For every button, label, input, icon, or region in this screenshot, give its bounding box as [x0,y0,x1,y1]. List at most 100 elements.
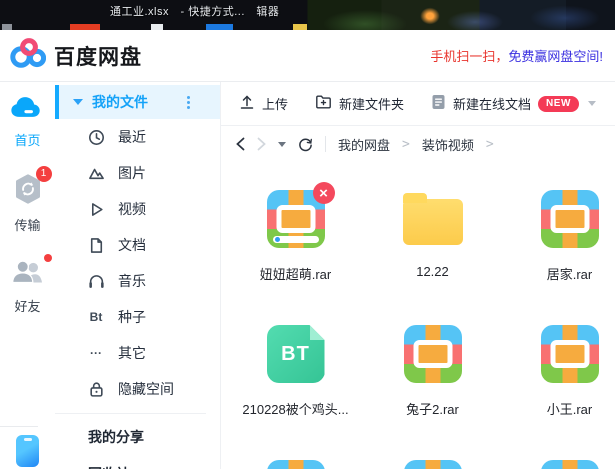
rail-item-transfer[interactable]: 1 传输 [12,173,44,234]
lock-icon [87,381,105,398]
sidebar-item-my-files[interactable]: 我的文件 [55,85,220,119]
new-folder-label: 新建文件夹 [339,94,404,113]
back-button[interactable] [236,137,245,151]
music-label: 音乐 [118,271,146,291]
clock-icon [87,129,105,146]
baidu-netdisk-window: 通工业.xlsx - 快捷方式... 辑器 百度网盘 手机扫一扫，免费赢网盘空间… [0,0,615,469]
pictures-label: 图片 [118,163,146,183]
file-item[interactable]: 小王.rar [501,297,615,432]
file-item[interactable]: 兔子2.rar [364,297,501,432]
file-item[interactable] [501,432,615,469]
upload-progress-bar [273,236,319,243]
desktop-icon-fragment [70,24,100,30]
desktop-icon-fragment [2,24,12,30]
breadcrumb: 我的网盘 > 装饰视频 > [221,126,615,162]
desktop-icon-fragment [206,24,233,30]
breadcrumb-separator: > [486,137,494,152]
cancel-upload-button[interactable]: × [313,182,335,204]
new-doc-label: 新建在线文档 [453,94,531,113]
chevron-down-icon [73,99,83,105]
new-folder-button[interactable]: 新建文件夹 [315,94,404,113]
sidebar-divider [55,413,206,414]
recent-label: 最近 [118,127,146,147]
folder-item[interactable]: 12.22 [364,162,501,297]
file-name: 210228被个鸡头... [242,399,348,418]
document-icon [87,237,105,254]
file-name: 妞妞超萌.rar [260,264,332,283]
rar-file-icon [541,190,599,248]
ellipsis-icon: ··· [87,346,105,360]
rail-item-friends[interactable]: 好友 [10,258,46,315]
rail-divider [0,426,38,427]
desktop-icon-caption: 通工业.xlsx - 快捷方式... 辑器 [110,3,279,19]
sidebar-item-recycle-bin[interactable]: 回收站 [55,455,220,469]
desktop-icon-fragment [293,24,307,30]
upload-icon [239,94,255,113]
videos-label: 视频 [118,199,146,219]
promo-banner[interactable]: 手机扫一扫，免费赢网盘空间! [430,46,603,65]
sidebar-item-my-shares[interactable]: 我的分享 [55,418,220,455]
app-header: 百度网盘 手机扫一扫，免费赢网盘空间! [0,30,615,82]
picture-icon [87,165,105,182]
sidebar-item-others[interactable]: ··· 其它 [55,335,220,371]
sidebar-item-recent[interactable]: 最近 [55,119,220,155]
file-item[interactable]: × 妞妞超萌.rar [227,162,364,297]
new-badge: NEW [538,96,579,112]
rar-file-icon [541,325,599,383]
friends-red-dot [44,254,52,262]
friends-icon [10,258,46,291]
bt-icon-text: BT [281,343,310,366]
left-rail: 首页 1 传输 [0,82,55,469]
rail-transfer-label: 传输 [14,215,40,234]
play-icon [87,201,105,218]
file-item[interactable]: BT 210228被个鸡头... [227,297,364,432]
rail-item-home[interactable]: 首页 [10,94,46,149]
sidebar-item-pictures[interactable]: 图片 [55,155,220,191]
torrent-file-icon: BT [267,325,325,383]
file-name: 小王.rar [547,399,593,418]
rar-file-icon [267,460,325,469]
history-dropdown-icon[interactable] [278,142,286,147]
hidden-space-label: 隐藏空间 [118,379,174,399]
breadcrumb-divider [325,136,326,152]
sidebar-item-hidden-space[interactable]: 隐藏空间 [55,371,220,407]
promo-text-red: 手机扫一扫， [430,49,508,64]
file-name: 兔子2.rar [406,399,459,418]
file-name: 居家.rar [547,264,593,283]
new-folder-icon [315,94,332,113]
rail-friends-label: 好友 [14,296,40,315]
baidu-netdisk-logo[interactable]: 百度网盘 [10,37,142,74]
rar-file-icon [541,460,599,469]
promo-text-blue: 免费赢网盘空间! [508,49,603,64]
sidebar-item-music[interactable]: 音乐 [55,263,220,299]
cloud-icon [10,94,46,125]
file-name: 12.22 [416,264,449,279]
torrents-label: 种子 [118,307,146,327]
desktop-icon-fragment [151,24,163,30]
sidebar-item-videos[interactable]: 视频 [55,191,220,227]
my-files-label: 我的文件 [92,92,148,112]
file-item[interactable] [227,432,364,469]
recycle-bin-label: 回收站 [88,464,130,469]
upload-button[interactable]: 上传 [239,94,288,113]
sidebar-item-documents[interactable]: 文档 [55,227,220,263]
breadcrumb-separator: > [402,137,410,152]
refresh-icon[interactable] [298,137,313,152]
breadcrumb-root[interactable]: 我的网盘 [338,135,390,154]
sidebar: 我的文件 最近 图片 视频 [55,82,220,469]
bt-text-icon: Bt [87,310,105,324]
sidebar-item-torrents[interactable]: Bt 种子 [55,299,220,335]
file-item[interactable] [364,432,501,469]
others-label: 其它 [118,343,146,363]
chevron-down-icon[interactable] [588,101,596,106]
more-options-icon[interactable] [187,96,190,109]
forward-button[interactable] [257,137,266,151]
new-online-doc-button[interactable]: 新建在线文档 NEW [431,94,596,113]
breadcrumb-current[interactable]: 装饰视频 [422,135,474,154]
headphones-icon [87,273,105,290]
file-item[interactable]: 居家.rar [501,162,615,297]
online-doc-icon [431,94,446,113]
file-grid: × 妞妞超萌.rar 12.22 居家.rar BT 210228被个鸡 [221,162,615,469]
phone-app-icon[interactable] [16,435,39,467]
my-shares-label: 我的分享 [88,427,144,447]
